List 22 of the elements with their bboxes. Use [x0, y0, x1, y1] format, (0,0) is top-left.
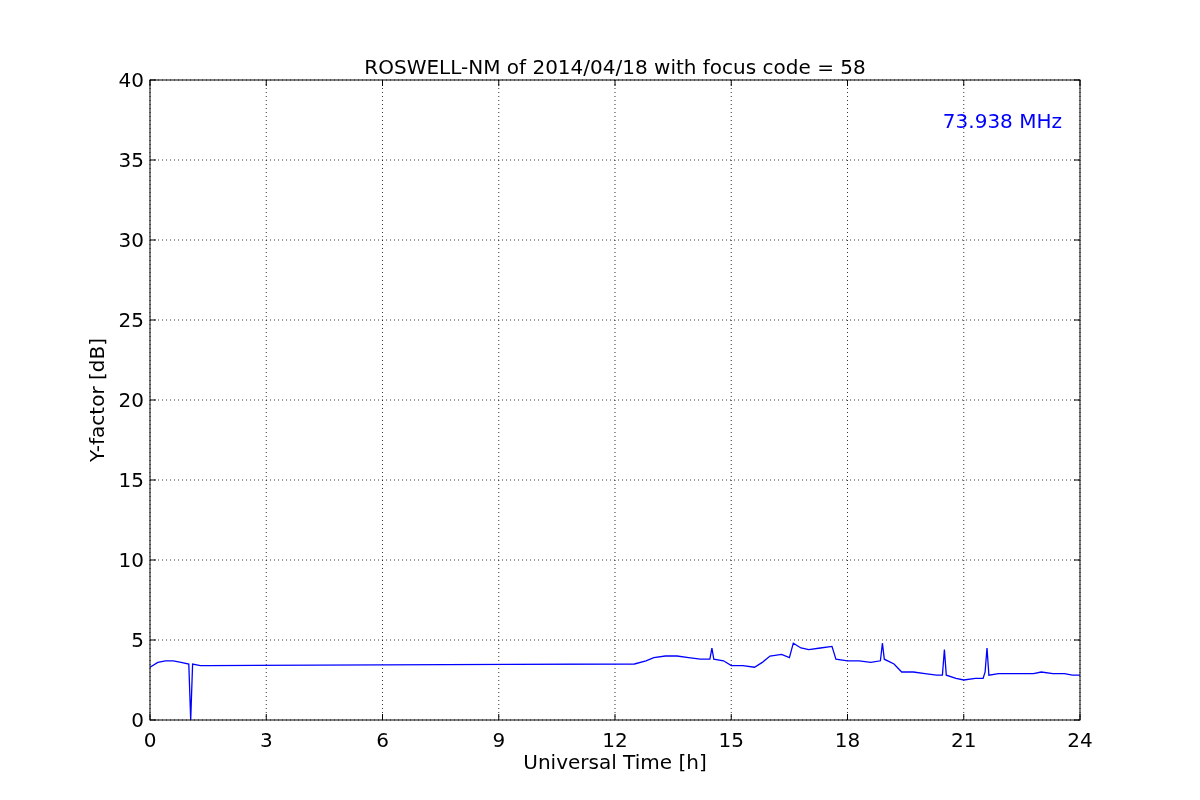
- tick-label: 9: [492, 728, 506, 752]
- tick-label: 21: [951, 728, 977, 752]
- tick-label: 15: [118, 468, 144, 492]
- y-axis-title: Y-factor [dB]: [85, 338, 109, 462]
- tick-label: 24: [1067, 728, 1093, 752]
- tick-label: 3: [259, 728, 273, 752]
- tick-label: 12: [602, 728, 628, 752]
- tick-label: 35: [118, 148, 144, 172]
- tick-label: 15: [718, 728, 744, 752]
- tick-label: 10: [118, 548, 144, 572]
- tick-label: 20: [118, 388, 144, 412]
- series-label: 73.938 MHz: [942, 109, 1062, 133]
- tick-label: 30: [118, 228, 144, 252]
- x-axis-title: Universal Time [h]: [523, 750, 707, 774]
- tick-label: 25: [118, 308, 144, 332]
- tick-label: 5: [131, 628, 144, 652]
- tick-label: 0: [143, 728, 157, 752]
- tick-label: 40: [118, 68, 144, 92]
- chart-title: ROSWELL-NM of 2014/04/18 with focus code = 58: [364, 55, 866, 79]
- tick-label: 0: [131, 708, 144, 732]
- tick-label: 6: [376, 728, 389, 752]
- tick-label: 18: [834, 728, 861, 752]
